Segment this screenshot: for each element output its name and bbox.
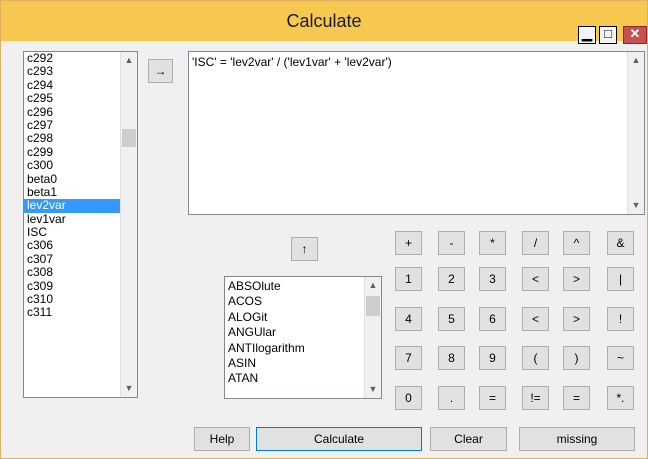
variable-list-scrollbar[interactable]: ▲ ▼ — [120, 52, 137, 397]
title-bar[interactable]: Calculate ▁ □ ✕ — [1, 1, 647, 44]
keypad-key[interactable]: 6 — [479, 307, 506, 331]
keypad-key[interactable]: 5 — [438, 307, 465, 331]
missing-button[interactable]: missing — [519, 427, 635, 451]
function-list-item[interactable]: ACOS — [225, 294, 381, 309]
scroll-up-arrow-icon[interactable]: ▲ — [628, 52, 644, 69]
minimize-button[interactable]: ▁ — [578, 26, 596, 44]
expression-text: 'ISC' = 'lev2var' / ('lev1var' + 'lev2va… — [192, 55, 392, 69]
function-items: ABSOlute ACOS ALOGit ANGUlar ANTIlogarithm AS… — [225, 277, 381, 387]
keypad-key[interactable]: 3 — [479, 267, 506, 291]
keypad-key[interactable]: ^ — [563, 231, 590, 255]
function-list-item[interactable]: ATAN — [225, 371, 381, 386]
close-button[interactable]: ✕ — [623, 26, 647, 44]
keypad-key[interactable]: ! — [607, 307, 634, 331]
dialog-body: c292 c293 c294 c295 c296 c297 c298 c299 c300 beta… — [1, 45, 647, 458]
keypad-key[interactable]: 7 — [395, 346, 422, 370]
function-list-item[interactable]: ANGUlar — [225, 325, 381, 340]
keypad-key[interactable]: > — [563, 307, 590, 331]
maximize-button[interactable]: □ — [599, 26, 617, 44]
keypad-key[interactable]: . — [438, 386, 465, 410]
scroll-down-arrow-icon[interactable]: ▼ — [365, 381, 381, 398]
keypad-key[interactable]: 8 — [438, 346, 465, 370]
function-list-item[interactable]: ANTIlogarithm — [225, 341, 381, 356]
calculate-window: Calculate ▁ □ ✕ c292 c293 c294 c295 c296 c297… — [0, 0, 648, 459]
keypad-key[interactable]: + — [395, 231, 422, 255]
scroll-down-arrow-icon[interactable]: ▼ — [628, 197, 644, 214]
scroll-up-arrow-icon[interactable]: ▲ — [121, 52, 137, 69]
keypad-key[interactable]: = — [479, 386, 506, 410]
keypad-key[interactable]: 1 — [395, 267, 422, 291]
keypad-key[interactable]: ( — [522, 346, 549, 370]
function-list[interactable]: ABSOlute ACOS ALOGit ANGUlar ANTIlogarithm AS… — [224, 276, 382, 399]
keypad-key[interactable]: - — [438, 231, 465, 255]
scroll-down-arrow-icon[interactable]: ▼ — [121, 380, 137, 397]
keypad-key[interactable]: *. — [607, 386, 634, 410]
keypad-key[interactable]: = — [563, 386, 590, 410]
keypad-key[interactable]: 2 — [438, 267, 465, 291]
calculate-button[interactable]: Calculate — [256, 427, 422, 451]
scroll-up-arrow-icon[interactable]: ▲ — [365, 277, 381, 294]
function-list-scrollbar[interactable]: ▲ ▼ — [364, 277, 381, 398]
keypad-key[interactable]: != — [522, 386, 549, 410]
keypad-key[interactable]: / — [522, 231, 549, 255]
keypad-key[interactable]: 9 — [479, 346, 506, 370]
clear-button[interactable]: Clear — [430, 427, 507, 451]
keypad-key[interactable]: > — [563, 267, 590, 291]
help-button[interactable]: Help — [194, 427, 250, 451]
scrollbar-thumb[interactable] — [122, 129, 136, 147]
function-list-item[interactable]: ASIN — [225, 356, 381, 371]
insert-variable-button[interactable]: → — [148, 59, 173, 83]
expression-scrollbar[interactable]: ▲ ▼ — [627, 52, 644, 214]
window-title: Calculate — [286, 11, 362, 31]
insert-function-button[interactable]: ↑ — [291, 237, 318, 261]
variable-list[interactable]: c292 c293 c294 c295 c296 c297 c298 c299 c300 beta… — [23, 51, 138, 398]
keypad-key[interactable]: ~ — [607, 346, 634, 370]
keypad-key[interactable]: & — [607, 231, 634, 255]
function-list-item[interactable]: ABSOlute — [225, 279, 381, 294]
keypad-key[interactable]: | — [607, 267, 634, 291]
keypad-key[interactable]: ) — [563, 346, 590, 370]
keypad-key[interactable]: * — [479, 231, 506, 255]
keypad-key[interactable]: 4 — [395, 307, 422, 331]
scrollbar-thumb[interactable] — [366, 296, 380, 316]
expression-textbox[interactable]: 'ISC' = 'lev2var' / ('lev1var' + 'lev2va… — [188, 51, 645, 215]
keypad-key[interactable]: 0 — [395, 386, 422, 410]
function-list-item[interactable]: ALOGit — [225, 310, 381, 325]
keypad-key[interactable]: < — [522, 307, 549, 331]
keypad-key[interactable]: < — [522, 267, 549, 291]
